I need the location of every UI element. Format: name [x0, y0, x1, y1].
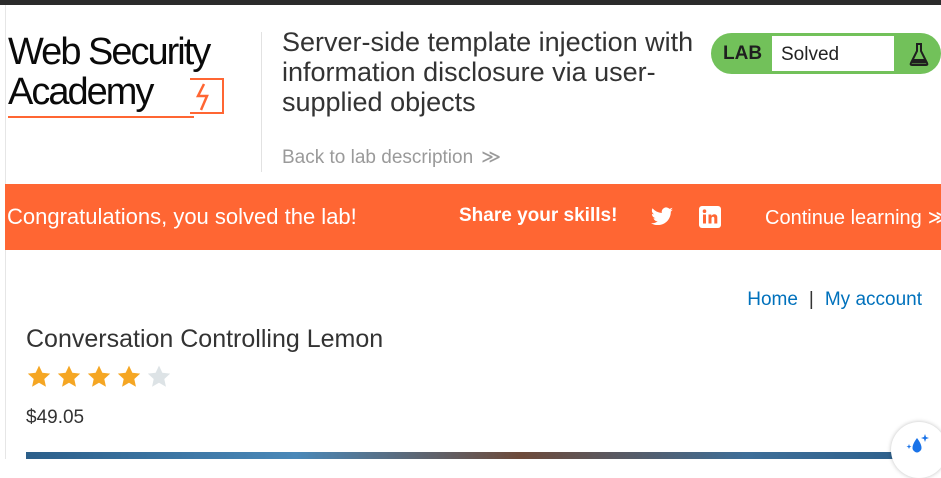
back-to-lab-description-link[interactable]: Back to lab description ≫	[282, 146, 501, 169]
continue-learning-link[interactable]: Continue learning ≫	[765, 205, 941, 230]
back-link-label: Back to lab description	[282, 147, 474, 168]
floating-action-button[interactable]	[891, 422, 941, 478]
share-skills-label: Share your skills!	[459, 205, 618, 226]
lab-title: Server-side template injection with info…	[282, 27, 694, 117]
linkedin-icon[interactable]	[698, 205, 722, 229]
product-image	[26, 452, 926, 459]
flask-icon	[908, 42, 930, 66]
account-nav: Home | My account	[747, 289, 922, 311]
double-chevron-right-icon: ≫	[927, 207, 941, 229]
twitter-icon[interactable]	[649, 205, 675, 229]
product-price: $49.05	[26, 407, 85, 428]
logo-line-2: Academy	[8, 71, 154, 113]
product-rating	[26, 364, 186, 392]
lab-tag: LAB	[723, 43, 763, 64]
logo-line-1: Web Security	[8, 31, 211, 73]
star-empty-icon	[147, 365, 171, 387]
lab-status-text: Solved	[772, 36, 894, 71]
star-filled-icon	[87, 365, 111, 387]
congratulations-message: Congratulations, you solved the lab!	[7, 204, 357, 229]
web-security-academy-logo[interactable]: Web Security Academy	[8, 28, 260, 124]
home-link[interactable]: Home	[747, 289, 798, 310]
lab-status-widget: LAB Solved	[711, 33, 941, 74]
star-filled-icon	[57, 365, 81, 387]
star-filled-icon	[27, 365, 51, 387]
sparkle-drop-icon	[906, 434, 929, 453]
double-chevron-right-icon: ≫	[481, 147, 501, 168]
solved-banner: Congratulations, you solved the lab! Sha…	[5, 184, 941, 250]
logo-underline	[8, 116, 194, 118]
header-divider	[261, 32, 262, 172]
continue-learning-label: Continue learning	[765, 207, 922, 229]
product-name: Conversation Controlling Lemon	[26, 325, 384, 353]
nav-separator: |	[808, 289, 814, 310]
star-filled-icon	[117, 365, 141, 387]
my-account-link[interactable]: My account	[825, 289, 922, 310]
logo-bolt-icon	[190, 78, 224, 114]
